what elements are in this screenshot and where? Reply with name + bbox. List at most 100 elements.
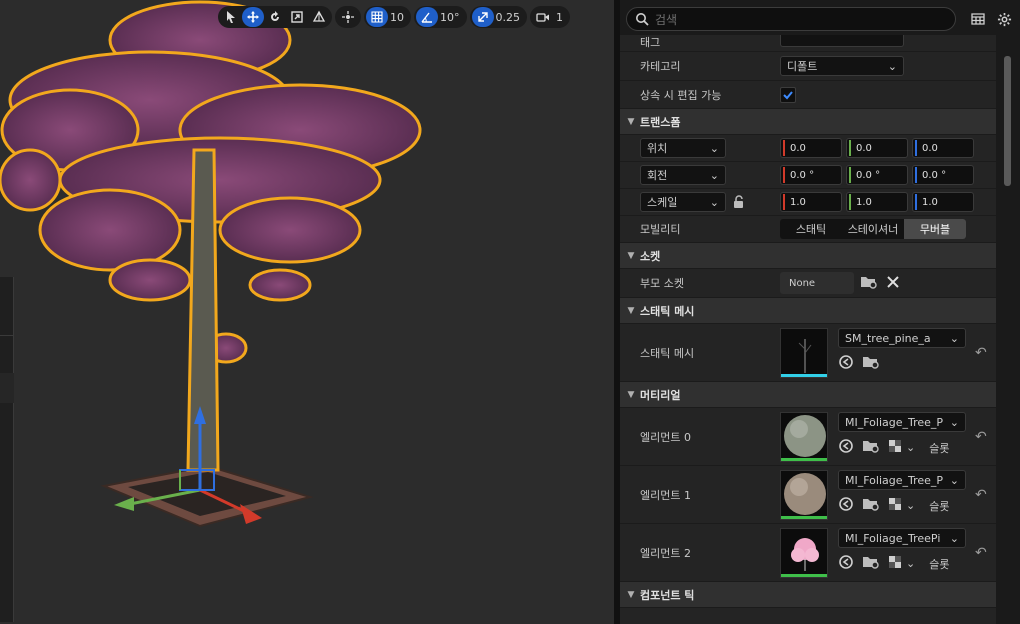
rotation-x-field[interactable]: 0.0 ° (780, 165, 842, 185)
static-mesh-section-header[interactable]: ▼ 스태틱 메시 (620, 298, 996, 324)
slot-label[interactable]: 슬롯 (929, 498, 949, 514)
reset-arrow-icon[interactable]: ↶ (975, 487, 987, 503)
rotation-label: 회전 (647, 169, 668, 182)
location-row: 위치 ⌄ 0.0 0.0 0.0 (620, 135, 996, 162)
chevron-down-icon[interactable]: ⌄ (906, 499, 915, 512)
scrollbar-thumb[interactable] (1004, 56, 1011, 186)
location-x-field[interactable]: 0.0 (780, 138, 842, 158)
reset-arrow-icon[interactable]: ↶ (975, 429, 987, 445)
collapse-caret-icon: ▼ (627, 305, 635, 316)
scale-snap-group: 0.25 (469, 6, 527, 28)
element-label: 엘리먼트 1 (640, 488, 691, 502)
mobility-stationary-option[interactable]: 스테이셔너 (842, 219, 904, 239)
rotation-row: 회전 ⌄ 0.0 ° 0.0 ° 0.0 ° (620, 162, 996, 189)
rotation-snap-icon[interactable] (416, 7, 438, 27)
translate-icon[interactable] (242, 7, 264, 27)
chevron-down-icon: ⌄ (709, 141, 719, 155)
camera-speed-icon[interactable] (532, 7, 554, 27)
slot-label[interactable]: 슬롯 (929, 440, 949, 456)
socket-section-header[interactable]: ▼ 소켓 (620, 243, 996, 269)
search-input[interactable]: 검색 (626, 7, 956, 31)
checker-icon[interactable] (888, 555, 902, 572)
browse-folder-icon[interactable] (862, 438, 880, 457)
world-local-icon[interactable] (337, 7, 359, 27)
surface-snap-icon[interactable] (308, 7, 330, 27)
checker-icon[interactable] (888, 439, 902, 456)
use-selected-icon[interactable] (838, 496, 854, 515)
static-mesh-dropdown[interactable]: SM_tree_pine_a ⌄ (838, 328, 966, 348)
rotation-z-value: 0.0 ° (922, 169, 947, 181)
material-dropdown[interactable]: MI_Foliage_TreePi ⌄ (838, 528, 966, 548)
scale-icon[interactable] (286, 7, 308, 27)
grid-snap-value[interactable]: 10 (388, 11, 409, 24)
location-x-value: 0.0 (790, 142, 806, 154)
component-tick-section-header[interactable]: ▼ 컴포넌트 틱 (620, 582, 996, 608)
camera-speed-group: 1 (530, 6, 570, 28)
details-panel: 검색 태그 카테고리 디폴트 ⌄ 상속 시 편집 가능 ▼ 트랜스폼 위치 ⌄ 0.0… (620, 0, 1020, 624)
editable-checkbox[interactable] (780, 86, 796, 103)
rotation-y-field[interactable]: 0.0 ° (846, 165, 908, 185)
location-mode-dropdown[interactable]: 위치 ⌄ (640, 138, 726, 158)
material-thumbnail[interactable] (780, 528, 828, 578)
rotation-snap-group: 10° (414, 6, 467, 28)
material-thumbnail[interactable] (780, 470, 828, 520)
use-selected-icon[interactable] (838, 554, 854, 573)
collapse-caret-icon: ▼ (627, 116, 635, 127)
reset-arrow-icon[interactable]: ↶ (975, 545, 987, 561)
details-search-bar: 검색 (620, 0, 1020, 38)
chevron-down-icon[interactable]: ⌄ (906, 441, 915, 454)
materials-section-header[interactable]: ▼ 머티리얼 (620, 382, 996, 408)
grid-snap-icon[interactable] (366, 7, 388, 27)
rotate-icon[interactable] (264, 7, 286, 27)
rotation-snap-value[interactable]: 10° (438, 11, 465, 24)
material-dropdown[interactable]: MI_Foliage_Tree_P ⌄ (838, 470, 966, 490)
reset-arrow-icon[interactable]: ↶ (975, 345, 987, 361)
static-mesh-thumbnail[interactable] (780, 328, 828, 378)
browse-folder-icon[interactable] (862, 496, 880, 515)
browse-folder-icon[interactable] (860, 274, 878, 293)
rotation-mode-dropdown[interactable]: 회전 ⌄ (640, 165, 726, 185)
use-selected-icon[interactable] (838, 354, 854, 373)
gear-icon[interactable] (994, 9, 1014, 29)
material-dropdown[interactable]: MI_Foliage_Tree_P ⌄ (838, 412, 966, 432)
tag-field[interactable] (780, 35, 904, 47)
level-viewport[interactable]: 10 10° 0.25 1 (0, 0, 614, 624)
mobility-static-option[interactable]: 스태틱 (780, 219, 842, 239)
material-value: MI_Foliage_TreePi (845, 531, 941, 545)
scale-snap-icon[interactable] (471, 7, 494, 27)
scale-mode-dropdown[interactable]: 스케일 ⌄ (640, 192, 726, 212)
location-z-field[interactable]: 0.0 (912, 138, 974, 158)
browse-folder-icon[interactable] (862, 554, 880, 573)
chevron-down-icon[interactable]: ⌄ (906, 557, 915, 570)
transform-section-header[interactable]: ▼ 트랜스폼 (620, 109, 996, 135)
scale-y-value: 1.0 (856, 196, 872, 208)
material-value: MI_Foliage_Tree_P (845, 415, 944, 429)
parent-socket-field[interactable]: None (780, 272, 854, 294)
mobility-label: 모빌리티 (640, 223, 681, 236)
rotation-z-field[interactable]: 0.0 ° (912, 165, 974, 185)
category-dropdown[interactable]: 디폴트 ⌄ (780, 56, 904, 76)
browse-folder-icon[interactable] (862, 354, 880, 373)
scale-z-field[interactable]: 1.0 (912, 192, 974, 212)
material-thumbnail[interactable] (780, 412, 828, 462)
camera-speed-value[interactable]: 1 (554, 11, 568, 24)
tree-render[interactable] (0, 0, 614, 624)
chevron-down-icon: ⌄ (949, 531, 959, 545)
material-element-row: 엘리먼트 2 MI_Foliage_TreePi ⌄ ⌄ 슬롯 ↶ (620, 524, 996, 582)
scale-y-field[interactable]: 1.0 (846, 192, 908, 212)
checker-icon[interactable] (888, 497, 902, 514)
lock-icon[interactable] (732, 195, 746, 212)
scale-label: 스케일 (647, 196, 678, 209)
mobility-movable-option[interactable]: 무버블 (904, 219, 966, 239)
scale-snap-value[interactable]: 0.25 (494, 11, 526, 24)
use-selected-icon[interactable] (838, 438, 854, 457)
location-y-field[interactable]: 0.0 (846, 138, 908, 158)
clear-x-icon[interactable] (886, 275, 900, 292)
table-view-icon[interactable] (968, 9, 988, 29)
collapse-caret-icon: ▼ (627, 389, 635, 400)
socket-section-title: 소켓 (640, 249, 661, 263)
select-arrow-icon[interactable] (220, 7, 242, 27)
slot-label[interactable]: 슬롯 (929, 556, 949, 572)
scale-x-field[interactable]: 1.0 (780, 192, 842, 212)
details-scrollbar[interactable] (996, 38, 1020, 624)
